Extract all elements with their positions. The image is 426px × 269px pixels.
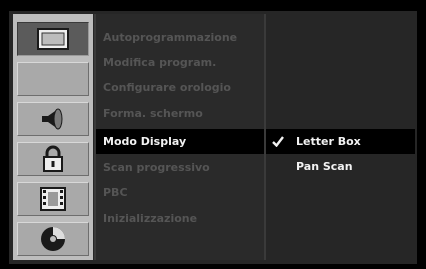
setting-configurare-orologio: Configurare orologio — [103, 81, 231, 94]
option-letter-box[interactable]: Letter Box — [266, 129, 415, 154]
option-pan-scan[interactable]: Pan Scan — [266, 154, 415, 179]
category-audio[interactable] — [17, 102, 89, 136]
disc-icon — [41, 227, 65, 251]
option-label: Letter Box — [296, 135, 361, 148]
category-disc[interactable] — [17, 222, 89, 256]
setting-modo-display[interactable]: Modo Display — [96, 129, 264, 154]
option-label: Pan Scan — [296, 160, 353, 173]
lock-icon — [43, 145, 63, 172]
setting-autoprogrammazione: Autoprogrammazione — [103, 31, 238, 44]
category-lock[interactable] — [17, 142, 89, 176]
record-icon — [40, 187, 66, 211]
setting-pbc: PBC — [103, 186, 128, 199]
language-icon — [38, 66, 68, 92]
setting-scan-progressivo: Scan progressivo — [103, 161, 210, 174]
category-language[interactable] — [17, 62, 89, 96]
settings-list: Autoprogrammazione Modifica program. Con… — [96, 14, 264, 260]
checkmark-icon — [271, 129, 285, 154]
setting-forma-schermo: Forma. schermo — [103, 107, 203, 120]
display-icon — [37, 28, 69, 50]
category-record[interactable] — [17, 182, 89, 216]
category-display[interactable] — [17, 22, 89, 56]
category-icon-column — [13, 14, 93, 260]
audio-icon — [42, 108, 63, 130]
setting-inizializzazione: Inizializzazione — [103, 212, 198, 225]
setting-modifica-program: Modifica program. — [103, 56, 217, 69]
options-list: Letter Box Pan Scan — [266, 14, 415, 260]
setup-menu-screen: Autoprogrammazione Modifica program. Con… — [0, 0, 426, 269]
